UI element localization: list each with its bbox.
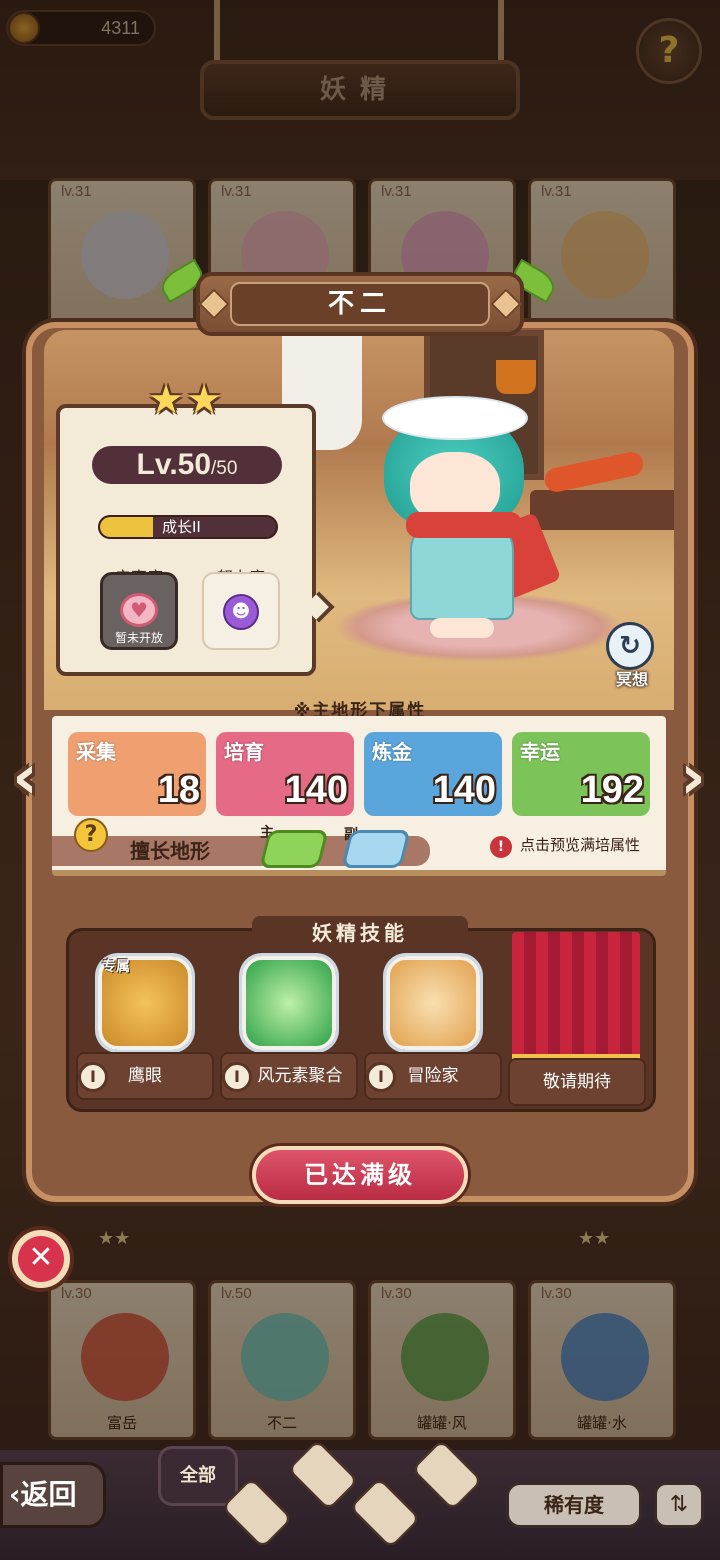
skills-title: 妖精技能 — [252, 916, 468, 950]
question-icon[interactable]: ? — [74, 818, 108, 852]
next-fairy-arrow-icon[interactable]: › — [668, 740, 718, 820]
attribute-value: 192 — [580, 769, 644, 811]
back-label: 返回 — [20, 1478, 77, 1511]
level-max: /50 — [211, 458, 238, 479]
heart-icon: ♥ — [120, 593, 158, 627]
skill-label: 敬请期待 — [508, 1058, 646, 1106]
carrot — [542, 449, 646, 495]
star-icon: ★ — [148, 377, 184, 423]
devil-icon: ☻ — [223, 594, 259, 630]
meditate-label: 冥想 — [615, 670, 648, 689]
fairy-snow-cap — [382, 396, 528, 440]
skill-name: 敬请期待 — [543, 1072, 611, 1092]
attribute-value: 18 — [157, 769, 200, 811]
growth-bar: 成长II — [98, 515, 278, 539]
fairy-scarf — [406, 512, 522, 538]
attribute-label: 培育 — [224, 740, 264, 764]
growth-label: 成长II — [162, 518, 201, 536]
warning-icon: ! — [490, 836, 512, 858]
attribute-value: 140 — [432, 769, 496, 811]
level-value: Lv.50 — [136, 448, 212, 481]
attribute-tile: 炼金 140 — [364, 732, 502, 816]
plant-pot — [496, 360, 536, 394]
attribute-label: 炼金 — [372, 740, 412, 764]
max-level-button[interactable]: 已达满级 — [252, 1146, 468, 1204]
attribute-tile: 培育 140 — [216, 732, 354, 816]
intimacy-box[interactable]: ♥ 暂未开放 — [100, 572, 178, 650]
back-button[interactable]: ‹返回 — [0, 1462, 106, 1528]
skill-level-badge: I — [366, 1062, 396, 1092]
exclusive-tag: 专属 — [102, 959, 130, 975]
attribute-tile: 采集 18 — [68, 732, 206, 816]
fairy-feet — [430, 618, 494, 638]
intimacy-status: 暂未开放 — [114, 631, 163, 645]
close-icon: ✕ — [18, 1236, 64, 1282]
adventurer-skill-icon[interactable] — [386, 956, 480, 1050]
attribute-label: 采集 — [76, 740, 116, 764]
terrain-label: 擅长地形 — [130, 839, 210, 863]
attribute-label: 幸运 — [520, 740, 560, 764]
skill-level-badge: I — [78, 1062, 108, 1092]
locked-skill-curtain — [512, 932, 640, 1062]
filter-all-button[interactable]: 全部 — [158, 1446, 238, 1506]
wind-element-skill-icon[interactable] — [242, 956, 336, 1050]
skill-level-badge: I — [222, 1062, 252, 1092]
attribute-tile: 幸运 192 — [512, 732, 650, 816]
sort-order-icon[interactable]: ⇅ — [654, 1482, 704, 1528]
sprout-terrain-icon[interactable] — [259, 830, 329, 868]
attribute-value: 140 — [284, 769, 348, 811]
effort-box[interactable]: ☻ — [202, 572, 280, 650]
growth-bar-fill — [100, 517, 153, 537]
close-button[interactable]: ✕ — [8, 1226, 74, 1292]
prev-fairy-arrow-icon[interactable]: ‹ — [0, 740, 50, 820]
fairy-name: 不二 — [230, 282, 490, 326]
water-terrain-icon[interactable] — [341, 830, 411, 868]
wooden-table — [530, 490, 674, 530]
rarity-sort-button[interactable]: 稀有度 — [506, 1482, 642, 1528]
star-icon: ★ — [186, 377, 222, 423]
preview-full-stats-link[interactable]: 点击预览满培属性 — [520, 834, 640, 855]
level-display: Lv.50/50 — [92, 446, 282, 484]
meditate-icon[interactable]: ↻ — [606, 622, 654, 670]
